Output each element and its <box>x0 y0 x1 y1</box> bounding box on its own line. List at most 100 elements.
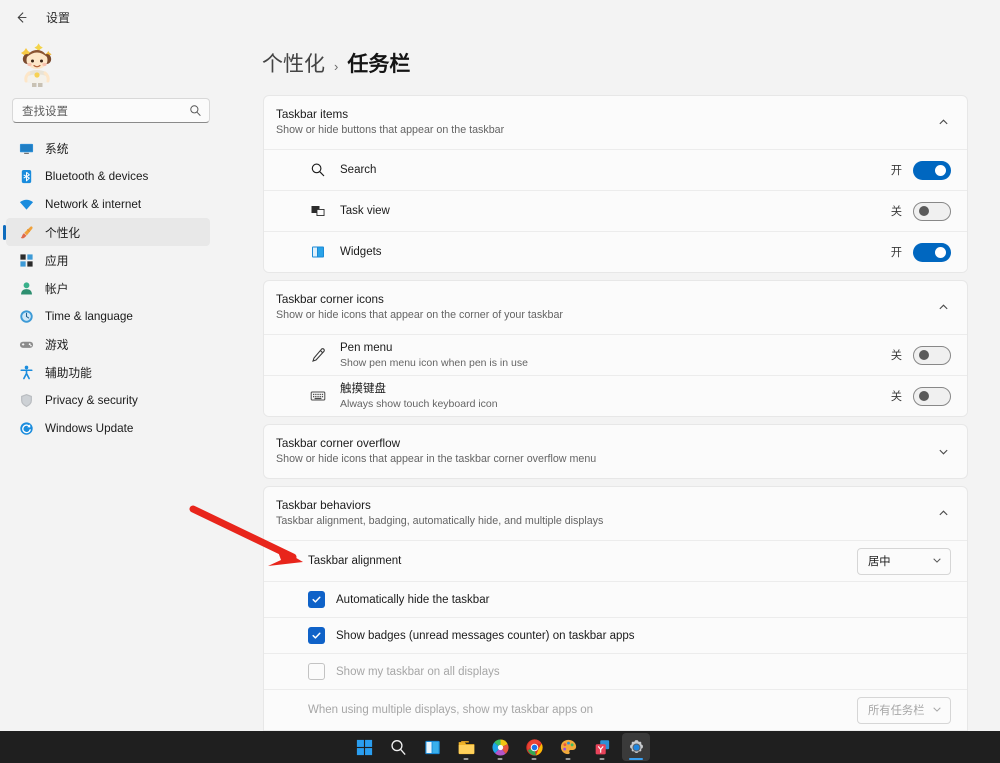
sidebar-item-bluetooth-devices[interactable]: Bluetooth & devices <box>6 162 210 190</box>
windows-taskbar <box>0 731 1000 763</box>
sidebar-item-network-internet[interactable]: Network & internet <box>6 190 210 218</box>
paint-palette-icon <box>559 738 578 757</box>
sidebar-item-privacy-security[interactable]: Privacy & security <box>6 386 210 414</box>
row-search: Search 开 <box>264 149 967 190</box>
checkbox-show-badges[interactable] <box>308 627 325 644</box>
card-header-behaviors[interactable]: Taskbar behaviors Taskbar alignment, bad… <box>264 487 967 540</box>
row-label: 触摸键盘 <box>340 382 386 395</box>
taskbar-settings[interactable] <box>622 733 650 761</box>
sidebar-item-label: Time & language <box>45 309 133 323</box>
row-sublabel: Show pen menu icon when pen is in use <box>340 356 528 369</box>
chevron-down-icon[interactable] <box>935 444 951 460</box>
chevron-up-icon[interactable] <box>935 115 951 131</box>
dropdown-value: 所有任务栏 <box>868 705 925 717</box>
sidebar-item-label: 辅助功能 <box>45 366 92 380</box>
taskbar-widgets[interactable] <box>418 733 446 761</box>
card-title: Taskbar corner icons <box>276 293 384 306</box>
start-button[interactable] <box>350 733 378 761</box>
toggle-task-view[interactable] <box>913 201 951 221</box>
card-title: Taskbar items <box>276 108 349 121</box>
sidebar-item-accessibility[interactable]: 辅助功能 <box>6 358 210 386</box>
folder-icon <box>457 738 476 757</box>
card-header-corner-overflow[interactable]: Taskbar corner overflow Show or hide ico… <box>264 425 967 478</box>
breadcrumb-separator: › <box>334 59 339 74</box>
taskbar-alignment-dropdown[interactable]: 居中 <box>857 547 951 575</box>
checkbox-label: Show badges (unread messages counter) on… <box>336 629 635 642</box>
breadcrumb-parent[interactable]: 个性化 <box>262 48 325 78</box>
active-indicator <box>629 758 643 760</box>
photos-icon <box>491 738 510 757</box>
multiple-displays-label: When using multiple displays, show my ta… <box>308 704 594 716</box>
back-arrow-icon[interactable] <box>10 6 32 28</box>
taskbar-chrome[interactable] <box>520 733 548 761</box>
app-title: 设置 <box>46 10 71 25</box>
sidebar-nav: 系统 Bluetooth & devices Network & interne… <box>0 134 226 442</box>
chevron-up-icon[interactable] <box>935 506 951 522</box>
card-header-corner-icons[interactable]: Taskbar corner icons Show or hide icons … <box>264 281 967 334</box>
task-view-icon <box>308 203 328 219</box>
title-bar: 设置 <box>0 0 226 34</box>
taskbar-alignment-label: Taskbar alignment <box>308 555 402 567</box>
toggle-touch-keyboard[interactable] <box>913 386 951 406</box>
sidebar-item-label: 帐户 <box>45 282 69 296</box>
windows-logo-icon <box>355 738 374 757</box>
sidebar-item-personalization[interactable]: 个性化 <box>3 218 210 246</box>
running-indicator <box>497 758 503 760</box>
toggle-pen-menu[interactable] <box>913 345 951 365</box>
chevron-up-icon[interactable] <box>935 300 951 316</box>
sidebar-item-system[interactable]: 系统 <box>6 134 210 162</box>
paintbrush-icon <box>18 224 34 240</box>
avatar[interactable] <box>14 42 60 88</box>
row-label: Search <box>340 163 377 176</box>
row-touch-keyboard: 触摸键盘 Always show touch keyboard icon 关 <box>264 375 967 416</box>
keyboard-icon <box>308 388 328 404</box>
search-placeholder: 查找设置 <box>22 105 68 118</box>
wifi-icon <box>18 196 34 212</box>
search-input[interactable]: 查找设置 <box>12 98 210 123</box>
row-pen-menu: Pen menu Show pen menu icon when pen is … <box>264 334 967 375</box>
chevron-down-icon <box>932 701 942 719</box>
sidebar-item-accounts[interactable]: 帐户 <box>6 274 210 302</box>
account-icon <box>18 280 34 296</box>
row-task-view: Task view 关 <box>264 190 967 231</box>
checkbox-label: Automatically hide the taskbar <box>336 593 490 606</box>
search-icon <box>389 738 408 757</box>
card-subtitle: Show or hide buttons that appear on the … <box>276 124 505 136</box>
search-wrap: 查找设置 <box>0 88 226 127</box>
gear-icon <box>627 738 646 757</box>
sidebar-item-label: 个性化 <box>45 226 81 240</box>
search-icon <box>189 104 202 117</box>
card-header-taskbar-items[interactable]: Taskbar items Show or hide buttons that … <box>264 96 967 149</box>
monitor-icon <box>18 140 34 156</box>
multiple-displays-dropdown: 所有任务栏 <box>857 696 951 724</box>
toggle-search[interactable] <box>913 160 951 180</box>
row-auto-hide-taskbar[interactable]: Automatically hide the taskbar <box>264 581 967 617</box>
row-sublabel: Always show touch keyboard icon <box>340 397 498 410</box>
row-show-taskbar-all-displays: Show my taskbar on all displays <box>264 653 967 689</box>
sidebar-item-apps[interactable]: 应用 <box>6 246 210 274</box>
row-label: Task view <box>340 204 390 217</box>
checkbox-auto-hide-taskbar[interactable] <box>308 591 325 608</box>
clock-icon <box>18 308 34 324</box>
avatar-wrap <box>0 34 226 88</box>
card-taskbar-items: Taskbar items Show or hide buttons that … <box>263 95 968 273</box>
taskbar-search[interactable] <box>384 733 412 761</box>
row-multiple-displays: When using multiple displays, show my ta… <box>264 689 967 730</box>
taskbar-app[interactable] <box>588 733 616 761</box>
card-taskbar-behaviors: Taskbar behaviors Taskbar alignment, bad… <box>263 486 968 731</box>
taskbar-file-explorer[interactable] <box>452 733 480 761</box>
card-subtitle: Taskbar alignment, badging, automaticall… <box>276 515 604 527</box>
chrome-icon <box>525 738 544 757</box>
row-show-badges[interactable]: Show badges (unread messages counter) on… <box>264 617 967 653</box>
gamepad-icon <box>18 336 34 352</box>
sidebar-item-windows-update[interactable]: Windows Update <box>6 414 210 442</box>
taskbar-icons <box>350 733 650 761</box>
taskbar-photos[interactable] <box>486 733 514 761</box>
row-taskbar-alignment: Taskbar alignment 居中 <box>264 540 967 581</box>
pen-icon <box>308 347 328 363</box>
search-icon <box>308 162 328 178</box>
sidebar-item-gaming[interactable]: 游戏 <box>6 330 210 358</box>
taskbar-paint[interactable] <box>554 733 582 761</box>
toggle-widgets[interactable] <box>913 242 951 262</box>
sidebar-item-time-language[interactable]: Time & language <box>6 302 210 330</box>
